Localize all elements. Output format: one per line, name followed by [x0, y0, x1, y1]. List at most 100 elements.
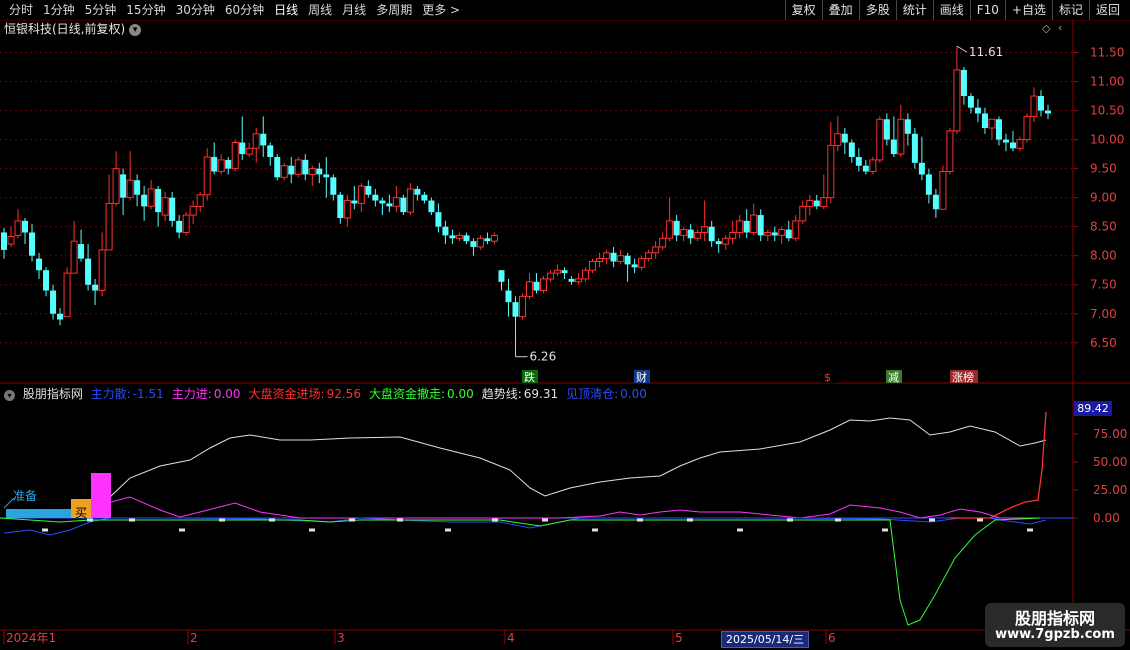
selected-date: 2025/05/14/三	[721, 631, 810, 648]
signal-dash	[542, 518, 548, 522]
event-marker: $	[824, 371, 831, 384]
buy-label: 买	[75, 506, 87, 520]
candle-body	[645, 252, 653, 260]
candle-body	[890, 139, 897, 155]
candle-body	[386, 203, 393, 207]
candle-body	[211, 157, 218, 172]
candle-body	[512, 302, 519, 317]
price-tick-label: 10.00	[1090, 133, 1124, 147]
candle-body	[274, 157, 281, 178]
signal-dash	[445, 528, 451, 532]
chart-canvas[interactable]: 11.50 11.00 10.50 10.00 9.50 9.00 8.50 8.00 7.50…	[0, 0, 1130, 650]
price-tick-label: 8.50	[1090, 220, 1117, 234]
time-label: 5	[675, 631, 683, 645]
candle-body	[1002, 139, 1009, 143]
candle-body	[792, 220, 800, 239]
candle-body	[372, 194, 379, 201]
candle-body	[638, 258, 646, 268]
candle-body	[904, 119, 911, 134]
candle-body	[365, 186, 372, 195]
candle-body	[736, 220, 744, 233]
candle-body	[1009, 142, 1016, 149]
time-label: 2	[190, 631, 198, 645]
candle-body	[659, 237, 667, 248]
candle-body	[43, 270, 50, 291]
candle-body	[827, 144, 835, 199]
candle-body	[610, 252, 617, 262]
candle-body	[603, 252, 611, 260]
candle-body	[813, 200, 820, 207]
time-label: 3	[337, 631, 345, 645]
indicator-name[interactable]: 股朋指标网	[23, 387, 83, 401]
candle-body	[98, 249, 106, 292]
candle-body	[764, 231, 772, 236]
series-value: 0.00	[213, 387, 241, 401]
series-value: 69.31	[523, 387, 559, 401]
series-name: 见顶清仓:	[566, 387, 619, 401]
watermark-logo: 股朋指标网 www.7gpzb.com	[985, 603, 1125, 647]
price-tick-label: 7.00	[1090, 307, 1117, 321]
watermark-url: www.7gpzb.com	[995, 627, 1115, 642]
candle-body	[435, 212, 442, 227]
signal-dash	[687, 518, 693, 522]
signal-dash	[977, 518, 983, 522]
candle-body	[392, 197, 400, 207]
candle-body	[330, 177, 337, 195]
candle-body	[995, 119, 1002, 140]
candle-body	[974, 107, 981, 114]
candle-body	[722, 237, 730, 245]
candle-body	[505, 290, 512, 303]
series-value: 0.00	[447, 387, 474, 401]
candle-body	[239, 142, 246, 155]
collapse-icon[interactable]: ▾	[4, 390, 15, 401]
candle-body	[673, 220, 680, 236]
indicator-series-label: 主力进: 0.00	[172, 387, 245, 401]
candle-body	[92, 284, 99, 291]
candle-body	[323, 174, 330, 178]
candle-body	[57, 313, 64, 320]
indicator-series-label: 主力散: -1.51	[91, 387, 168, 401]
candle-body	[778, 229, 786, 236]
candle-body	[176, 220, 183, 233]
indicator-current-value: 89.42	[1074, 401, 1112, 416]
signal-dash	[637, 518, 643, 522]
candle-body	[252, 133, 260, 149]
signal-dash	[787, 518, 793, 522]
candle-body	[63, 272, 71, 318]
candle-body	[260, 133, 267, 146]
candle-body	[771, 232, 778, 236]
candle-body	[981, 113, 988, 128]
indicator-series-label: 大盘资金进场: 92.56	[249, 387, 365, 401]
price-tick-label: 6.50	[1090, 336, 1117, 350]
candle-body	[400, 197, 407, 213]
indicator-series-label: 见顶清仓: 0.00	[566, 387, 651, 401]
candle-body	[701, 226, 709, 233]
series-name: 主力散:	[90, 387, 131, 401]
watermark-title: 股朋指标网	[1014, 609, 1095, 628]
candle-body	[694, 231, 702, 239]
candle-body	[343, 200, 351, 219]
indicator-tick-label: 0.00	[1093, 511, 1120, 525]
candle-body	[1016, 139, 1024, 149]
candle-body	[85, 258, 92, 285]
prepare-bar	[6, 509, 72, 518]
candle-body	[225, 159, 232, 169]
price-tick-label: 8.00	[1090, 249, 1117, 263]
candle-body	[280, 165, 288, 178]
candle-body	[105, 202, 113, 251]
candle-body	[680, 229, 688, 236]
candle-body	[757, 215, 764, 236]
candle-body	[498, 270, 505, 282]
candle-body	[134, 180, 141, 195]
time-label: 6	[828, 631, 836, 645]
candle-body	[1030, 95, 1038, 117]
candle-body	[617, 255, 625, 263]
candle-body	[337, 194, 344, 218]
candle-body	[351, 200, 358, 204]
signal-dash	[179, 528, 185, 532]
main-in-line	[99, 496, 1040, 519]
indicator-tick-label: 50.00	[1093, 455, 1127, 469]
candle-body	[357, 185, 365, 204]
candle-body	[36, 258, 43, 271]
candle-body	[834, 133, 842, 146]
